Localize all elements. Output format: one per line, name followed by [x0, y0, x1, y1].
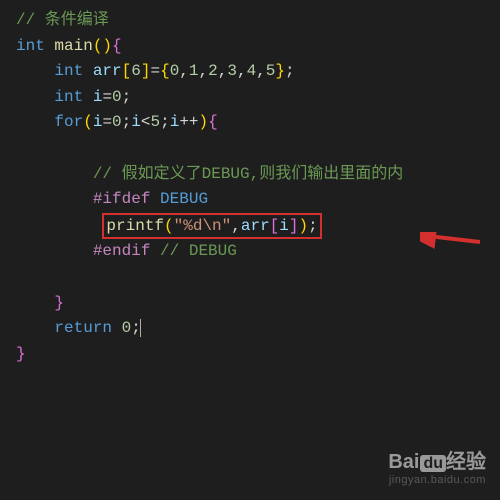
- num: 5: [150, 113, 160, 131]
- num: 6: [131, 62, 141, 80]
- watermark-text: du: [420, 455, 446, 472]
- code-line: }: [4, 342, 500, 368]
- macro-ifdef: #ifdef: [93, 190, 151, 208]
- code-line: printf("%d\n",arr[i]);: [4, 213, 500, 240]
- highlighted-code: printf("%d\n",arr[i]);: [102, 213, 321, 239]
- var-arr: arr: [241, 217, 270, 235]
- code-line: int arr[6]={0,1,2,3,4,5};: [4, 59, 500, 85]
- num: 2: [208, 62, 218, 80]
- string-literal: "%d\n": [174, 217, 232, 235]
- num: 4: [247, 62, 257, 80]
- num: 5: [266, 62, 276, 80]
- watermark-url: jingyan.baidu.com: [388, 474, 486, 486]
- keyword-for: for: [54, 113, 83, 131]
- code-line: // 条件编译: [4, 8, 500, 34]
- text-cursor: [140, 319, 141, 337]
- watermark: Baidu经验 jingyan.baidu.com: [388, 445, 486, 486]
- macro-endif: #endif: [93, 242, 151, 260]
- num: 0: [112, 88, 122, 106]
- code-line: // 假如定义了DEBUG,则我们输出里面的内: [4, 162, 500, 188]
- var-i: i: [170, 113, 180, 131]
- keyword-int: int: [16, 37, 45, 55]
- var-i: i: [131, 113, 141, 131]
- num: 0: [112, 113, 122, 131]
- keyword-return: return: [54, 319, 112, 337]
- code-line: }: [4, 291, 500, 317]
- var-i: i: [93, 88, 103, 106]
- function-main: main: [54, 37, 92, 55]
- code-line: return 0;: [4, 316, 500, 342]
- code-editor[interactable]: // 条件编译 int main(){ int arr[6]={0,1,2,3,…: [0, 0, 500, 367]
- num: 3: [227, 62, 237, 80]
- watermark-text: 经验: [446, 451, 486, 473]
- code-line: [4, 136, 500, 162]
- num: 1: [189, 62, 199, 80]
- code-line: #endif // DEBUG: [4, 239, 500, 265]
- code-line: [4, 265, 500, 291]
- comment: // 假如定义了DEBUG,则我们输出里面的内: [93, 165, 403, 183]
- var-i: i: [93, 113, 103, 131]
- macro-debug: DEBUG: [160, 190, 208, 208]
- code-line: int i=0;: [4, 85, 500, 111]
- code-line: int main(){: [4, 34, 500, 60]
- watermark-text: Bai: [388, 451, 419, 473]
- code-line: for(i=0;i<5;i++){: [4, 110, 500, 136]
- code-line: #ifdef DEBUG: [4, 187, 500, 213]
- var-i: i: [279, 217, 289, 235]
- function-printf: printf: [106, 217, 164, 235]
- comment: // DEBUG: [160, 242, 237, 260]
- var-arr: arr: [93, 62, 122, 80]
- num: 0: [170, 62, 180, 80]
- num: 0: [122, 319, 132, 337]
- comment: // 条件编译: [16, 11, 109, 29]
- keyword-int: int: [54, 62, 83, 80]
- keyword-int: int: [54, 88, 83, 106]
